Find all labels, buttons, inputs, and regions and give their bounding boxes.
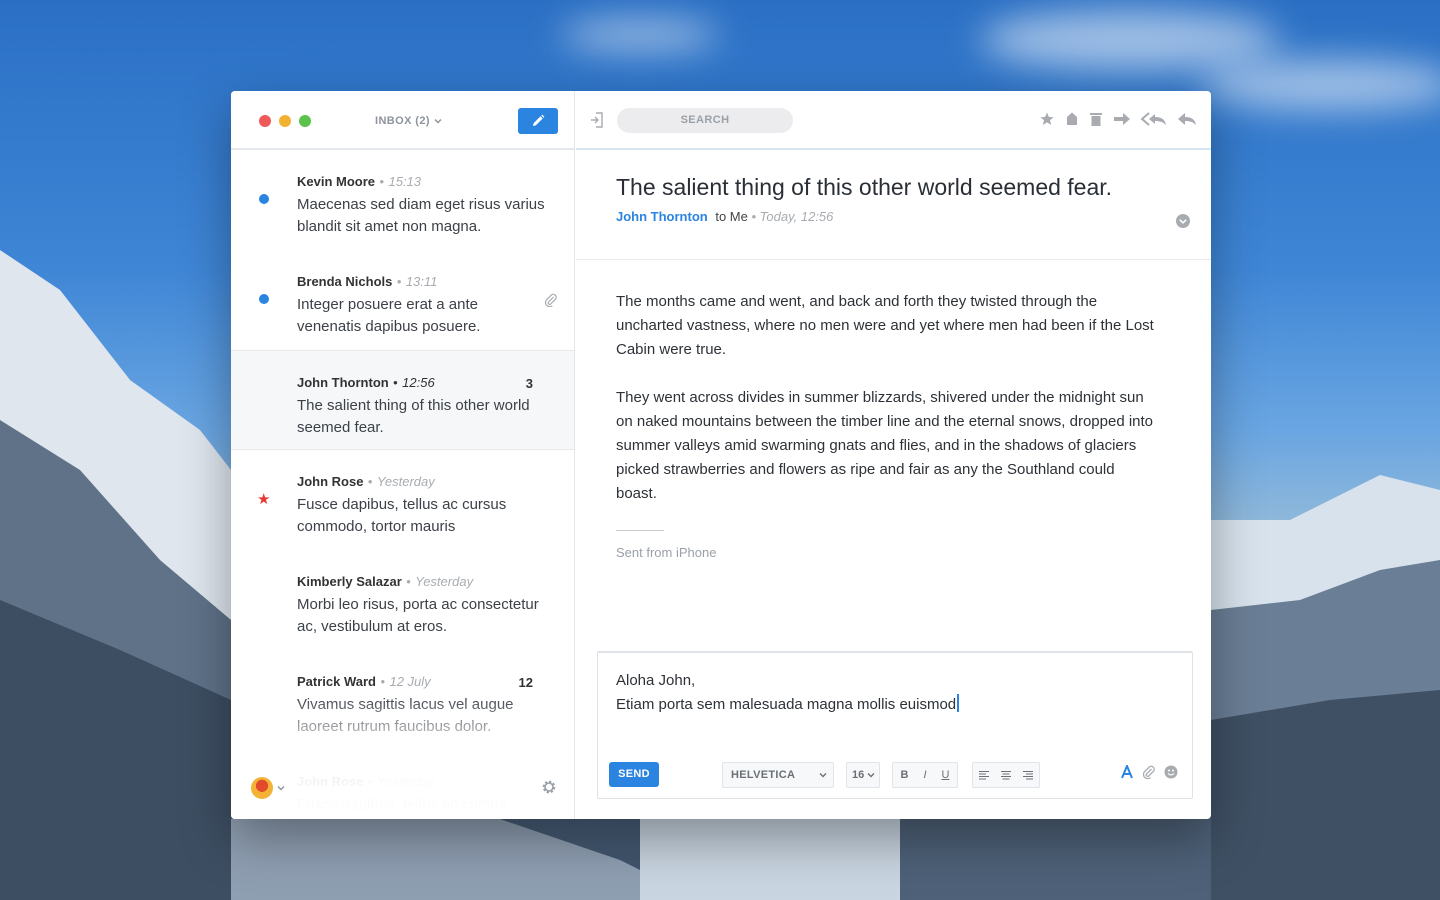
font-size-value: 16	[852, 769, 865, 781]
reply-text-area[interactable]: Aloha John, Etiam porta sem malesuada ma…	[616, 669, 959, 717]
star-icon: ★	[257, 491, 271, 508]
message-actions	[1039, 111, 1197, 127]
zoom-window-button[interactable]	[299, 115, 311, 127]
message-sender: Brenda Nichols	[297, 274, 393, 289]
emoji-icon[interactable]	[1164, 765, 1178, 779]
window-controls	[259, 115, 311, 127]
reply-line: Aloha John,	[616, 672, 696, 689]
message-item[interactable]: Kevin Moore • 15:13 Maecenas sed diam eg…	[231, 150, 574, 250]
email-date: Today, 12:56	[759, 209, 834, 224]
alignment-group	[972, 762, 1040, 788]
chevron-down-icon	[277, 786, 285, 791]
message-item[interactable]: Kimberly Salazar • Yesterday Morbi leo r…	[231, 550, 574, 650]
chevron-down-icon	[867, 773, 875, 778]
paperclip-icon[interactable]	[1142, 765, 1156, 779]
email-paragraph: They went across divides in summer blizz…	[616, 389, 1154, 502]
message-preview: The salient thing of this other world se…	[297, 397, 530, 436]
mail-window: INBOX (2) Kevin Moore • 15:13 Maecenas s…	[231, 91, 1211, 819]
font-family-value: HELVETICA	[731, 769, 796, 781]
text-color-icon[interactable]	[1120, 765, 1134, 779]
message-preview: Fusce dapibus, tellus ac cursus commodo,…	[297, 796, 507, 819]
message-preview: Integer posuere erat a ante venenatis da…	[297, 296, 481, 335]
email-meta: John Thornton to Me • Today, 12:56	[616, 209, 834, 224]
message-sender: John Rose	[297, 774, 364, 789]
message-sender: John Rose	[297, 474, 364, 489]
email-header: The salient thing of this other world se…	[576, 150, 1211, 260]
message-sender: Kevin Moore	[297, 174, 376, 189]
email-sender[interactable]: John Thornton	[616, 209, 708, 224]
mailbox-dropdown[interactable]: INBOX (2)	[375, 115, 442, 127]
message-list-pane: INBOX (2) Kevin Moore • 15:13 Maecenas s…	[231, 91, 575, 819]
thread-count-badge: 3	[525, 376, 533, 391]
text-caret	[957, 694, 959, 712]
reply-composer[interactable]: Aloha John, Etiam porta sem malesuada ma…	[597, 651, 1193, 799]
message-time: 15:13	[388, 174, 422, 189]
unread-dot	[259, 294, 269, 304]
unread-dot	[259, 194, 269, 204]
signature-divider	[616, 530, 664, 531]
search-field[interactable]: SEARCH	[617, 108, 793, 133]
message-time: Yesterday	[415, 574, 474, 589]
email-recipient: to Me	[715, 209, 748, 224]
email-subject: The salient thing of this other world se…	[616, 174, 1113, 200]
message-item[interactable]: Patrick Ward • 12 July Vivamus sagittis …	[231, 650, 574, 750]
reply-icon[interactable]	[1177, 111, 1197, 127]
message-time: Yesterday	[376, 474, 435, 489]
details-chevron-icon[interactable]	[1175, 213, 1191, 229]
message-item[interactable]: ★ John Rose • Yesterday Fusce dapibus, t…	[231, 450, 574, 550]
italic-button[interactable]: I	[923, 769, 926, 781]
message-time: 12:56	[402, 375, 435, 390]
bold-button[interactable]: B	[901, 769, 909, 781]
reply-line: Etiam porta sem malesuada magna mollis e…	[616, 696, 957, 713]
email-signature: Sent from iPhone	[616, 545, 717, 560]
reply-all-icon[interactable]	[1141, 111, 1167, 127]
composer-extras	[1120, 765, 1178, 779]
send-button[interactable]: SEND	[609, 762, 659, 787]
forward-icon[interactable]	[1113, 111, 1131, 127]
message-time: 12 July	[389, 674, 431, 689]
account-switcher[interactable]	[251, 777, 285, 799]
reading-pane: SEARCH The salient thing of this other w…	[576, 91, 1211, 819]
mailbox-label: INBOX (2)	[375, 115, 430, 127]
font-family-select[interactable]: HELVETICA	[722, 762, 834, 788]
message-sender: Patrick Ward	[297, 674, 376, 689]
paperclip-icon	[544, 293, 557, 307]
align-left-icon[interactable]	[978, 770, 990, 780]
message-item[interactable]: Brenda Nichols • 13:11 Integer posuere e…	[231, 250, 574, 350]
sidebar-toolbar: INBOX (2)	[231, 91, 574, 150]
email-paragraph: The months came and went, and back and f…	[616, 293, 1154, 358]
align-center-icon[interactable]	[1000, 770, 1012, 780]
minimize-window-button[interactable]	[279, 115, 291, 127]
message-sender: Kimberly Salazar	[297, 574, 402, 589]
chevron-down-icon	[819, 773, 827, 778]
font-size-select[interactable]: 16	[846, 762, 880, 788]
avatar	[251, 777, 273, 799]
message-toolbar: SEARCH	[576, 91, 1211, 150]
tag-icon[interactable]	[1065, 111, 1079, 127]
message-sender: John Thornton	[297, 375, 389, 390]
thread-count-badge: 12	[518, 675, 533, 690]
star-icon[interactable]	[1039, 111, 1055, 127]
message-time: 13:11	[405, 274, 438, 289]
sign-out-icon[interactable]	[590, 112, 604, 128]
message-preview: Vivamus sagittis lacus vel augue laoreet…	[297, 696, 514, 735]
message-time: Yesterday	[376, 774, 435, 789]
compose-button[interactable]	[518, 108, 558, 134]
text-style-group: B I U	[892, 762, 958, 788]
message-item-selected[interactable]: John Thornton • 12:56 The salient thing …	[231, 350, 574, 450]
message-preview: Fusce dapibus, tellus ac cursus commodo,…	[297, 496, 507, 535]
trash-icon[interactable]	[1089, 111, 1103, 127]
underline-button[interactable]: U	[942, 769, 950, 781]
chevron-down-icon	[434, 119, 442, 124]
pencil-icon	[533, 114, 545, 126]
gear-icon[interactable]	[541, 779, 557, 795]
align-right-icon[interactable]	[1022, 770, 1034, 780]
close-window-button[interactable]	[259, 115, 271, 127]
email-body: The months came and went, and back and f…	[576, 260, 1211, 565]
message-preview: Maecenas sed diam eget risus varius blan…	[297, 196, 545, 235]
message-preview: Morbi leo risus, porta ac consectetur ac…	[297, 596, 539, 635]
